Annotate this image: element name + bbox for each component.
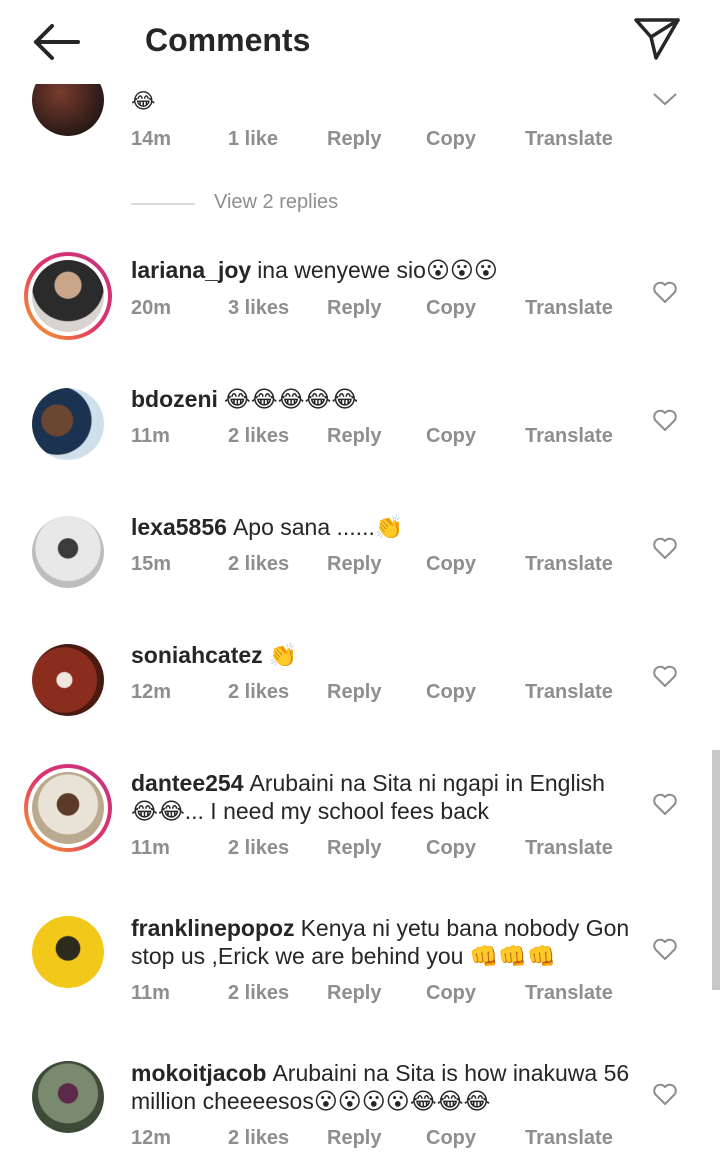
- likes-count[interactable]: 2 likes: [228, 553, 289, 576]
- likes-count[interactable]: 1 like: [228, 128, 278, 151]
- top-bar: Comments: [0, 0, 720, 84]
- comment-body: Apo sana ......👏: [232, 514, 404, 540]
- avatar[interactable]: [32, 916, 104, 988]
- likes-count[interactable]: 2 likes: [228, 982, 289, 1005]
- copy-button[interactable]: Copy: [426, 553, 476, 576]
- comment-username[interactable]: dantee254: [131, 770, 244, 796]
- avatar[interactable]: [32, 1061, 104, 1133]
- translate-button[interactable]: Translate: [525, 982, 613, 1005]
- likes-count[interactable]: 2 likes: [228, 425, 289, 448]
- avatar[interactable]: [32, 388, 104, 460]
- avatar[interactable]: [32, 644, 104, 716]
- paper-plane-icon[interactable]: [632, 16, 682, 62]
- translate-button[interactable]: Translate: [525, 128, 613, 151]
- comment-username[interactable]: bdozeni: [131, 386, 218, 412]
- heart-icon[interactable]: [652, 792, 678, 816]
- reply-button[interactable]: Reply: [327, 982, 381, 1005]
- comment-body: ina wenyewe sio😮😮😮: [257, 257, 498, 283]
- comment-text: soniahcatez 👏: [131, 641, 631, 669]
- likes-count[interactable]: 3 likes: [228, 297, 289, 320]
- comment-text: lexa5856 Apo sana ......👏: [131, 513, 631, 541]
- arrow-left-icon[interactable]: [30, 22, 82, 62]
- heart-icon[interactable]: [652, 1082, 678, 1106]
- reply-button[interactable]: Reply: [327, 297, 381, 320]
- heart-icon[interactable]: [652, 937, 678, 961]
- scrollbar[interactable]: [712, 750, 720, 990]
- comment-text: dantee254 Arubaini na Sita ni ngapi in En…: [131, 769, 631, 825]
- comment-username[interactable]: mokoitjacob: [131, 1060, 266, 1086]
- heart-icon[interactable]: [652, 280, 678, 304]
- likes-count[interactable]: 2 likes: [228, 1127, 289, 1150]
- comment-username[interactable]: lexa5856: [131, 514, 227, 540]
- reply-button[interactable]: Reply: [327, 1127, 381, 1150]
- comment-text: mokoitjacob Arubaini na Sita is how inaku…: [131, 1059, 631, 1115]
- copy-button[interactable]: Copy: [426, 837, 476, 860]
- comment-body: 👏: [268, 642, 298, 668]
- comment-username[interactable]: soniahcatez: [131, 642, 263, 668]
- view-replies-label: View 2 replies: [214, 191, 339, 213]
- reply-button[interactable]: Reply: [327, 837, 381, 860]
- copy-button[interactable]: Copy: [426, 297, 476, 320]
- heart-icon[interactable]: [652, 664, 678, 688]
- comment-time: 11m: [131, 837, 170, 859]
- reply-button[interactable]: Reply: [327, 553, 381, 576]
- divider: [131, 203, 195, 205]
- comment-time: 11m: [131, 425, 170, 447]
- view-replies-button[interactable]: View 2 replies: [131, 190, 531, 218]
- reply-button[interactable]: Reply: [327, 128, 381, 151]
- reply-button[interactable]: Reply: [327, 425, 381, 448]
- copy-button[interactable]: Copy: [426, 425, 476, 448]
- comment-body: 😂😂😂😂😂: [223, 386, 359, 412]
- translate-button[interactable]: Translate: [525, 425, 613, 448]
- translate-button[interactable]: Translate: [525, 681, 613, 704]
- chevron-down-icon[interactable]: [652, 88, 678, 112]
- comment-username[interactable]: franklinepopoz: [131, 915, 295, 941]
- comment-time: 12m: [131, 681, 172, 703]
- copy-button[interactable]: Copy: [426, 1127, 476, 1150]
- comment-list: 😂 14m 1 like Reply Copy Translate View 2…: [0, 0, 720, 1171]
- avatar[interactable]: [32, 516, 104, 588]
- comment-time: 11m: [131, 982, 170, 1004]
- reply-button[interactable]: Reply: [327, 681, 381, 704]
- comment-text: bdozeni 😂😂😂😂😂: [131, 385, 631, 413]
- avatar: [32, 260, 104, 332]
- comment-text: lariana_joy ina wenyewe sio😮😮😮: [131, 256, 631, 284]
- comment-text: 😂: [131, 90, 156, 113]
- avatar: [32, 772, 104, 844]
- likes-count[interactable]: 2 likes: [228, 837, 289, 860]
- comment-text: franklinepopoz Kenya ni yetu bana nobody …: [131, 914, 631, 970]
- avatar-story-ring[interactable]: [24, 764, 112, 852]
- translate-button[interactable]: Translate: [525, 553, 613, 576]
- avatar-story-ring[interactable]: [24, 252, 112, 340]
- page-title: Comments: [145, 22, 311, 58]
- comment-time: 20m: [131, 297, 172, 319]
- copy-button[interactable]: Copy: [426, 681, 476, 704]
- copy-button[interactable]: Copy: [426, 128, 476, 151]
- comment-time: 15m: [131, 553, 172, 575]
- comment-time: 14m: [131, 128, 172, 150]
- translate-button[interactable]: Translate: [525, 297, 613, 320]
- translate-button[interactable]: Translate: [525, 1127, 613, 1150]
- comment-username[interactable]: lariana_joy: [131, 257, 251, 283]
- copy-button[interactable]: Copy: [426, 982, 476, 1005]
- heart-icon[interactable]: [652, 408, 678, 432]
- heart-icon[interactable]: [652, 536, 678, 560]
- likes-count[interactable]: 2 likes: [228, 681, 289, 704]
- comment-time: 12m: [131, 1127, 172, 1149]
- translate-button[interactable]: Translate: [525, 837, 613, 860]
